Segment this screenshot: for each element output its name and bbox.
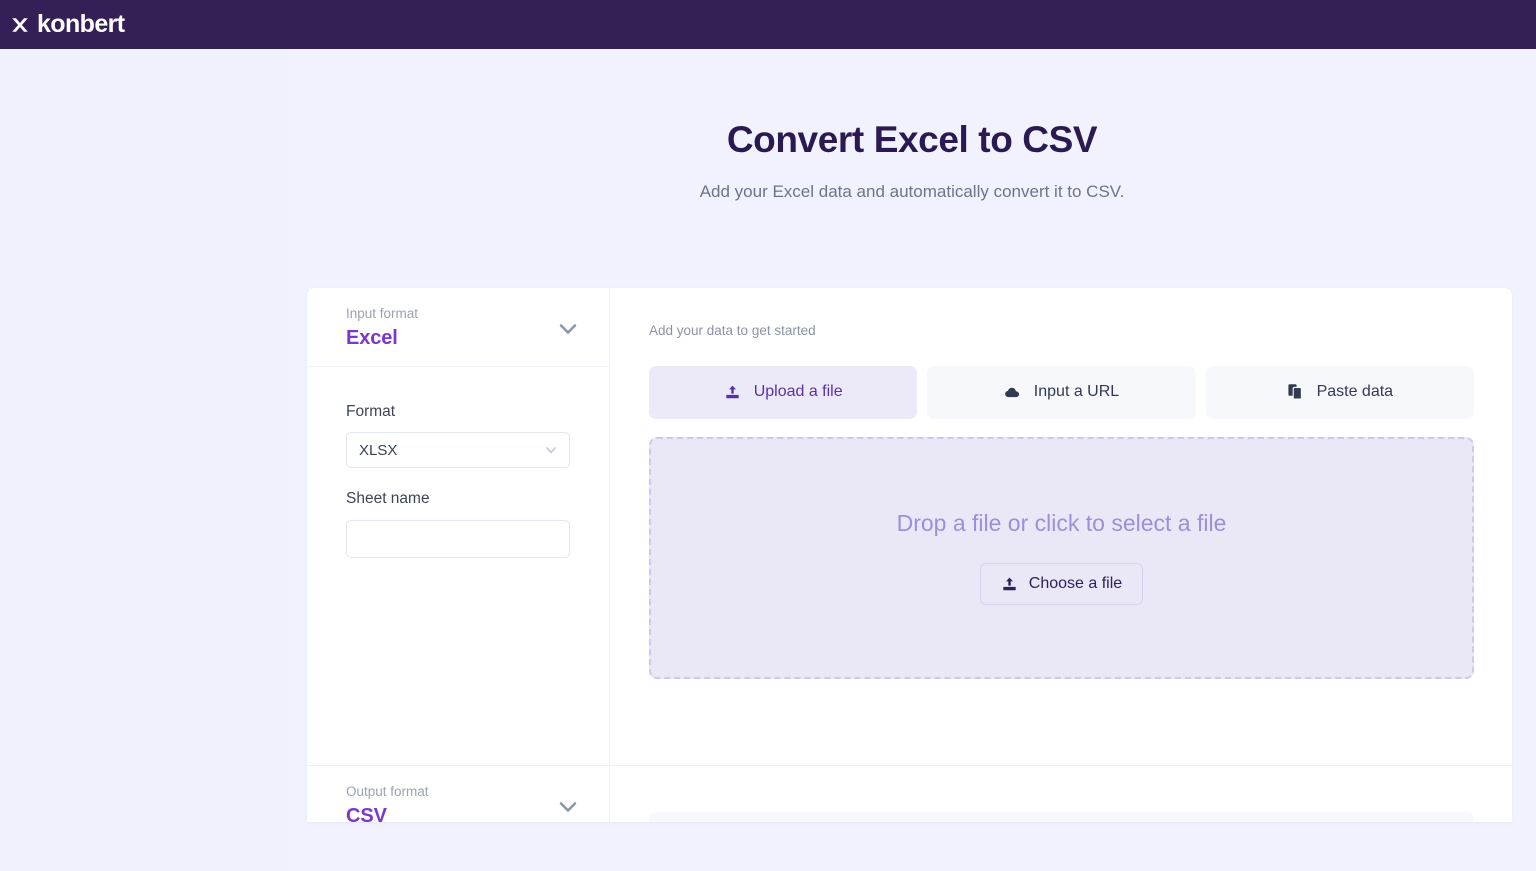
choose-a-file-label: Choose a file [1028,575,1123,593]
card-bottom-row: Output format CSV [307,766,1512,822]
sheet-name-input[interactable] [346,520,570,559]
input-format-selector[interactable]: Input format Excel [307,288,609,366]
format-field: Format XLSX [346,403,570,469]
upload-icon [1001,576,1018,593]
input-format-value: Excel [346,326,398,349]
data-input-panel: Add your data to get started Upload a fi… [610,288,1512,765]
hero-section: Convert Excel to CSV Add your Excel data… [288,119,1536,202]
file-dropzone[interactable]: Drop a file or click to select a file Ch… [649,436,1474,679]
input-options: Format XLSX Sheet name [307,367,609,559]
converter-card: Input format Excel Format XLSX Sheet nam… [307,288,1512,822]
x-mark-icon [10,15,30,35]
dropzone-instruction: Drop a file or click to select a file [896,509,1227,536]
input-method-tabs: Upload a file Input a URL Paste data [649,365,1474,419]
tab-label: Input a URL [1033,383,1120,401]
chevron-down-icon [544,443,558,457]
tab-input-a-url[interactable]: Input a URL [927,365,1196,419]
upload-icon [724,384,741,401]
brand-logo[interactable]: konbert [10,10,125,38]
cloud-icon [1004,384,1021,401]
output-format-selector[interactable]: Output format CSV [307,766,609,822]
top-navigation-bar: konbert [0,0,1536,49]
output-format-value: CSV [346,804,387,822]
format-select-value: XLSX [359,441,398,459]
choose-a-file-button[interactable]: Choose a file [979,563,1144,606]
card-top-row: Input format Excel Format XLSX Sheet nam… [307,288,1512,765]
sheet-name-field: Sheet name [346,490,570,559]
output-preview-panel [610,766,1512,822]
paste-icon [1287,383,1304,401]
output-settings-sidebar: Output format CSV [307,766,610,822]
tab-upload-a-file[interactable]: Upload a file [649,365,918,419]
panel-hint: Add your data to get started [649,323,816,338]
format-field-label: Format [346,402,396,420]
format-select[interactable]: XLSX [346,432,570,469]
brand-name: konbert [37,10,125,38]
chevron-down-icon [557,318,579,340]
sheet-name-field-label: Sheet name [346,490,430,508]
tab-label: Paste data [1316,383,1394,401]
input-format-label: Input format [346,306,419,321]
tab-paste-data[interactable]: Paste data [1205,365,1474,419]
page-title: Convert Excel to CSV [726,119,1098,160]
output-format-label: Output format [346,784,429,799]
page-subtitle: Add your Excel data and automatically co… [699,181,1125,201]
background-left-strip [0,49,288,871]
input-settings-sidebar: Input format Excel Format XLSX Sheet nam… [307,288,610,765]
output-preview-placeholder [649,812,1474,822]
chevron-down-icon [557,796,579,818]
tab-label: Upload a file [753,383,843,401]
